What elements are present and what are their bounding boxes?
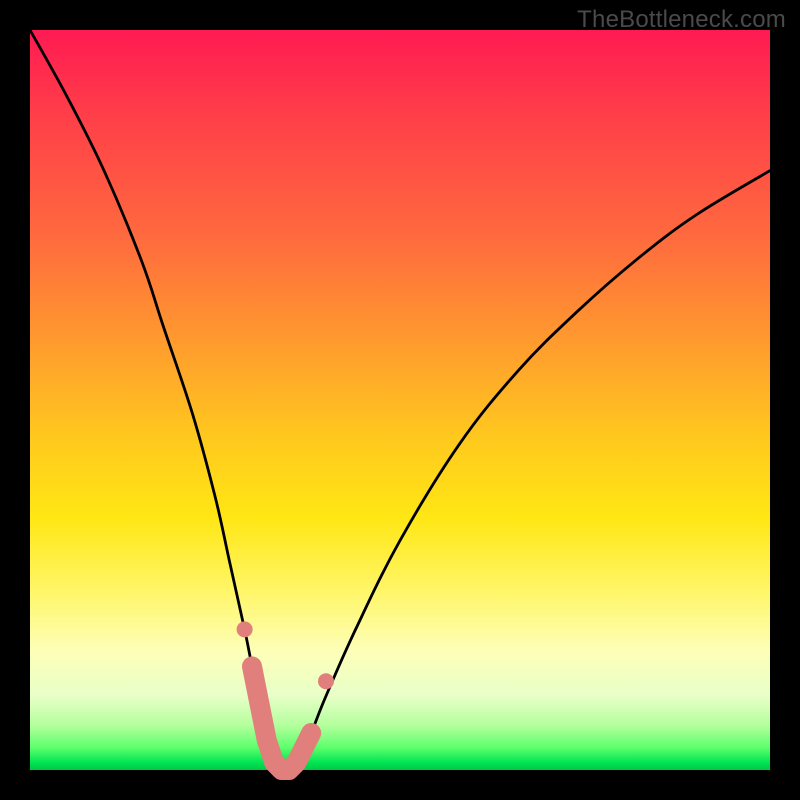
chart-svg — [30, 30, 770, 770]
highlight-segment — [237, 621, 334, 770]
highlight-dot-right — [318, 673, 334, 689]
highlight-stroke — [252, 666, 311, 770]
highlight-dot-left — [237, 621, 253, 637]
curve-line — [30, 30, 770, 771]
bottleneck-curve — [30, 30, 770, 771]
chart-frame: TheBottleneck.com — [0, 0, 800, 800]
